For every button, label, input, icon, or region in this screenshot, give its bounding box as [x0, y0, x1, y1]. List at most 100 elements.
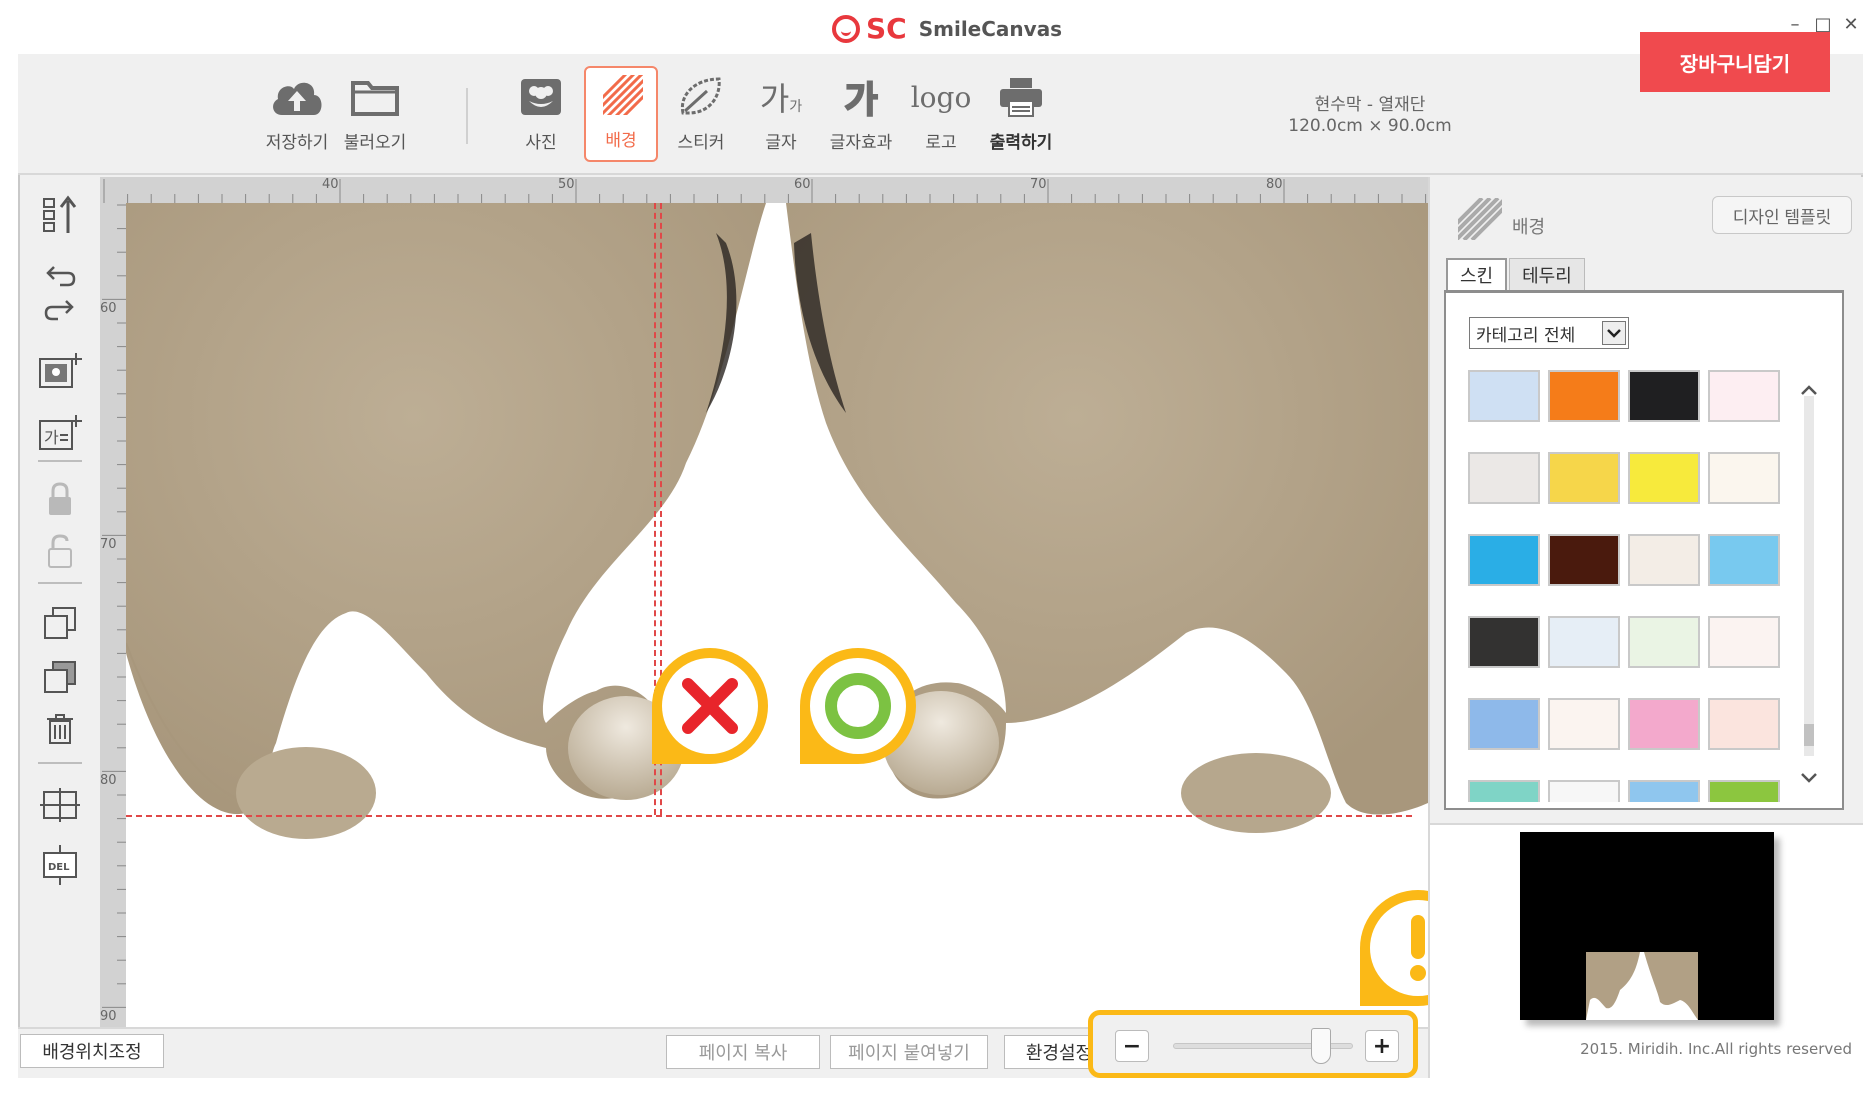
background-panel-icon: [1458, 198, 1502, 244]
logo-button[interactable]: logo 로고: [904, 70, 978, 164]
skin-swatch[interactable]: [1708, 534, 1780, 586]
horizontal-ruler: 40 50 60 70 80: [100, 177, 1428, 203]
skin-swatch[interactable]: [1468, 780, 1540, 802]
duplicate-icon[interactable]: [38, 601, 82, 645]
bg-position-button[interactable]: 배경위치조정: [20, 1034, 164, 1068]
scroll-down-icon[interactable]: [1798, 768, 1820, 788]
background-button[interactable]: 배경: [584, 66, 658, 162]
skin-swatch[interactable]: [1708, 616, 1780, 668]
svg-text:DEL: DEL: [48, 862, 70, 873]
cloud-upload-icon: [260, 70, 334, 124]
scroll-track[interactable]: [1804, 396, 1814, 756]
skin-swatch[interactable]: [1548, 698, 1620, 750]
skin-swatch[interactable]: [1708, 370, 1780, 422]
photo-button[interactable]: 사진: [504, 70, 578, 164]
page-preview[interactable]: [1520, 832, 1774, 1020]
toolbar-divider: [466, 88, 468, 144]
grid-icon[interactable]: [38, 783, 82, 827]
tab-skin[interactable]: 스킨: [1446, 258, 1508, 290]
load-button[interactable]: 불러오기: [338, 70, 412, 164]
text-effect-button[interactable]: 가 글자효과: [824, 70, 898, 164]
design-canvas[interactable]: [126, 203, 1428, 1027]
ruler-v-label: 90: [100, 1009, 117, 1024]
lock-icon[interactable]: [38, 477, 82, 521]
layer-copy-icon[interactable]: [38, 655, 82, 699]
ruler-h-label: 50: [558, 177, 575, 192]
print-button[interactable]: 출력하기: [984, 70, 1058, 164]
tab-border[interactable]: 테두리: [1509, 258, 1585, 290]
copyright-text: 2015. Miridih. Inc.All rights reserved: [1580, 1040, 1852, 1058]
skin-swatch[interactable]: [1548, 534, 1620, 586]
print-label: 출력하기: [989, 133, 1053, 153]
left-divider: [38, 582, 82, 584]
skin-scrollbar[interactable]: [1794, 356, 1824, 798]
flower-photo-icon: [504, 70, 578, 124]
background-label: 배경: [605, 131, 637, 151]
ruler-v-label: 70: [100, 537, 117, 552]
delete-all-icon[interactable]: DEL: [38, 843, 82, 887]
redo-icon[interactable]: [38, 287, 82, 331]
skin-swatch[interactable]: [1628, 780, 1700, 802]
skin-swatch[interactable]: [1468, 370, 1540, 422]
skin-swatch[interactable]: [1468, 616, 1540, 668]
x-mark-icon: [662, 658, 758, 754]
cat-photo-image[interactable]: [126, 203, 1428, 1027]
zoom-slider-thumb[interactable]: [1310, 1028, 1331, 1064]
chevron-down-icon: [1602, 321, 1626, 345]
ruler-h-label: 40: [322, 177, 339, 192]
design-template-button[interactable]: 디자인 템플릿: [1712, 196, 1852, 234]
vertical-ruler: 60 70 80 90: [100, 203, 126, 1027]
skin-swatch[interactable]: [1548, 780, 1620, 802]
skin-swatch[interactable]: [1548, 370, 1620, 422]
text-ga-icon: 가가: [744, 70, 818, 124]
skin-swatch[interactable]: [1628, 698, 1700, 750]
circle-ok-icon: [810, 658, 906, 754]
text-button[interactable]: 가가 글자: [744, 70, 818, 164]
skin-swatch[interactable]: [1548, 616, 1620, 668]
trash-icon[interactable]: [38, 707, 82, 751]
skin-swatch[interactable]: [1708, 780, 1780, 802]
logo-label: 로고: [925, 133, 957, 153]
zoom-out-button[interactable]: −: [1115, 1030, 1149, 1062]
logo-text-icon: logo: [904, 70, 978, 124]
skin-swatch[interactable]: [1468, 452, 1540, 504]
category-select[interactable]: 카테고리 전체: [1469, 317, 1629, 349]
sticker-button[interactable]: 스티커: [664, 70, 738, 164]
wrong-marker: [652, 648, 768, 764]
ruler-h-label: 80: [1266, 177, 1283, 192]
printer-icon: [984, 70, 1058, 124]
zoom-in-button[interactable]: +: [1365, 1030, 1399, 1062]
scroll-thumb[interactable]: [1804, 724, 1814, 746]
skin-swatch[interactable]: [1628, 370, 1700, 422]
close-button[interactable]: ✕: [1840, 14, 1862, 35]
preview-thumbnail-image: [1586, 952, 1698, 1020]
page-paste-button[interactable]: 페이지 붙여넣기: [830, 1035, 988, 1069]
title-bar: SC SmileCanvas – □ ✕: [0, 0, 1875, 54]
brand: SC SmileCanvas: [832, 12, 1062, 45]
logo-icon-text: logo: [910, 80, 972, 114]
skin-swatch[interactable]: [1628, 534, 1700, 586]
skin-swatch[interactable]: [1628, 452, 1700, 504]
bring-forward-icon[interactable]: [38, 193, 82, 237]
skin-swatch[interactable]: [1628, 616, 1700, 668]
text-effect-label: 글자효과: [829, 133, 893, 153]
text-label: 글자: [765, 133, 797, 153]
effect-icon-glyph: 가: [843, 79, 878, 122]
folder-icon: [338, 70, 412, 124]
unlock-icon[interactable]: [38, 529, 82, 573]
add-photo-icon[interactable]: [38, 349, 82, 393]
product-name: 현수막 - 열재단: [1314, 95, 1426, 115]
skin-swatch[interactable]: [1468, 698, 1540, 750]
skin-swatch[interactable]: [1548, 452, 1620, 504]
skin-swatch[interactable]: [1708, 452, 1780, 504]
photo-label: 사진: [525, 133, 557, 153]
skin-swatch[interactable]: [1708, 698, 1780, 750]
panel-title: 배경: [1512, 217, 1546, 238]
sticker-leaf-icon: [664, 70, 738, 124]
left-toolbar: 가 DEL: [20, 177, 100, 1027]
page-copy-button[interactable]: 페이지 복사: [666, 1035, 820, 1069]
add-text-icon[interactable]: 가: [38, 411, 82, 455]
add-to-cart-button[interactable]: 장바구니담기: [1640, 32, 1830, 92]
save-button[interactable]: 저장하기: [260, 70, 334, 164]
skin-swatch[interactable]: [1468, 534, 1540, 586]
